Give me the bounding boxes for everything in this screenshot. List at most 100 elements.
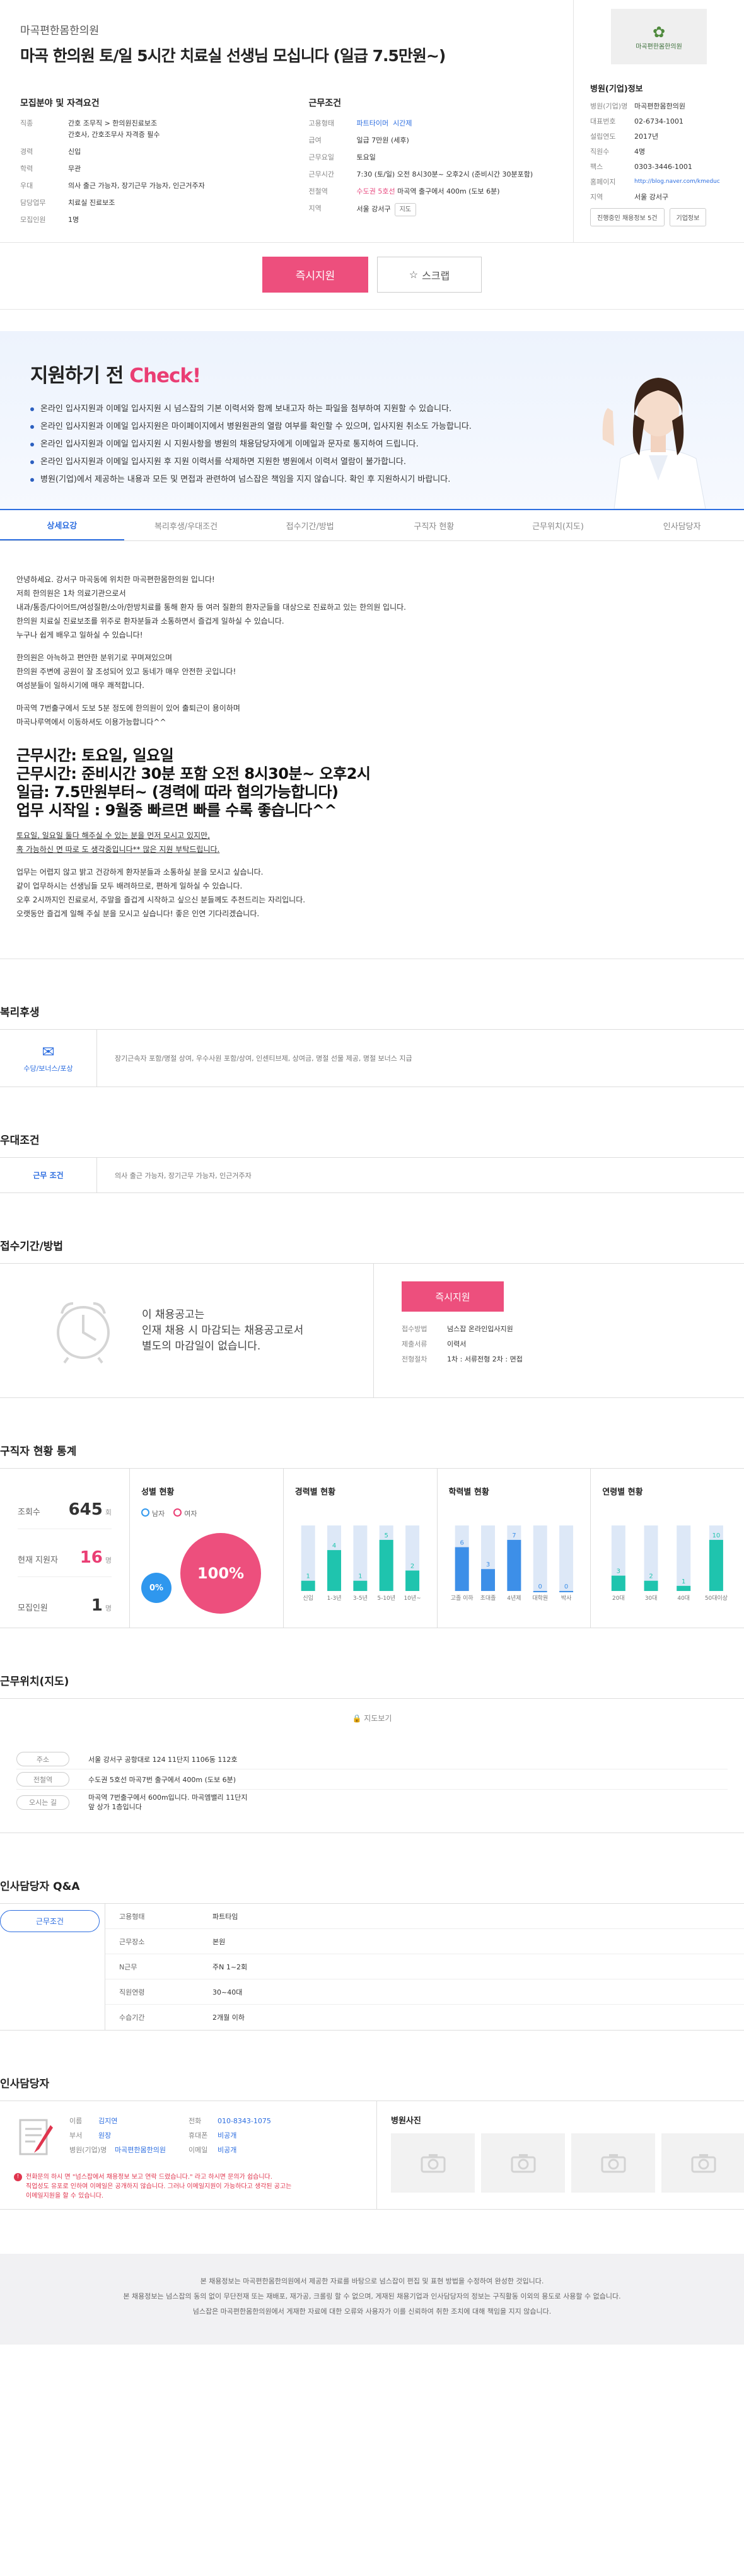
- receive-method: 즉시지원 접수방법 넘스잡 온라인입사지원 제출서류 이력서 전형절차 1차 : 서류…: [374, 1264, 744, 1397]
- detail-line: 오후 2시까지인 진료로서, 주말을 즐겁게 시작하고 싶으신 분들께도 추천드…: [16, 895, 306, 904]
- qna-box: 근무조건 고용형태 파트타임 근무장소 본원 N근무 주N 1~2회 직원연령 30~4…: [0, 1903, 744, 2031]
- info-key: 모집인원: [20, 216, 46, 224]
- qna-key: 직원연령: [119, 1988, 145, 1996]
- career-bar: [379, 1539, 393, 1591]
- detail-line: 마곡나루역에서 이동하셔도 이용가능합니다^^: [16, 718, 166, 726]
- manager-value: 비공개: [217, 2131, 237, 2140]
- info-key: 직원수: [590, 148, 610, 156]
- company-info-button[interactable]: 기업정보: [669, 208, 707, 226]
- info-key: 근무시간: [308, 170, 334, 178]
- tab-benefits[interactable]: 복리후생/우대조건: [124, 510, 248, 540]
- doctor-illustration: [602, 378, 706, 509]
- info-value: 서울 강서구: [356, 205, 391, 213]
- edu-bar: [559, 1590, 573, 1592]
- apply-now-button[interactable]: 즉시지원: [262, 257, 368, 293]
- edu-title: 학력별 현황: [448, 1488, 489, 1497]
- hospital-photos: 병원사진: [377, 2101, 744, 2209]
- info-value: 이력서: [447, 1340, 467, 1348]
- warn-line: 이메일지원을 할 수 있습니다.: [26, 2193, 104, 2200]
- manager-key: 휴대폰: [188, 2131, 208, 2140]
- location-value: 마곡역 7번출구에서 600m입니다. 마곡엠밸리 11단지 앞 상가 1층입니…: [88, 1793, 248, 1811]
- preference-box: 근무 조건 의사 출근 가능자, 장기근무 가능자, 인근거주자: [0, 1157, 744, 1193]
- info-value: 간호 조무직 > 한의원진료보조: [68, 119, 158, 127]
- career-bar: [327, 1550, 341, 1591]
- info-value: 4명: [634, 148, 646, 156]
- legend-female: 여자: [173, 1508, 197, 1518]
- info-value: 1차 : 서류전형 2차 : 면접: [447, 1355, 523, 1363]
- info-value[interactable]: 파트타이머: [357, 119, 389, 127]
- info-key: 경력: [20, 148, 33, 156]
- location-key: 오시는 길: [16, 1795, 69, 1810]
- work-info: 근무조건 고용형태 파트타이머 시간제 급여 일급 7만원 (세후) 근무요일 토요일…: [309, 96, 554, 231]
- edu-bar-track: [559, 1525, 573, 1591]
- info-value: 마곡역 출구에서 400m (도보 6분): [397, 187, 500, 195]
- age-bar-label: 50대이상: [705, 1595, 728, 1602]
- warn-line: 직업성도 유포로 인하여 이메일은 공개하지 않습니다. 그러나 이메일지원이 …: [26, 2183, 292, 2190]
- info-value: 2017년: [634, 132, 659, 141]
- tab-detail[interactable]: 상세요강: [0, 510, 124, 540]
- info-value: 의사 출근 가능자, 장기근무 가능자, 인근거주자: [68, 182, 205, 190]
- disclaimer-footer: 본 채용정보는 마곡편한몸한의원에서 제공한 자료를 바탕으로 넘스잡이 편집 …: [0, 2254, 744, 2345]
- benefits-label-cell: ✉ 수당/보너스/포상: [0, 1030, 97, 1087]
- photo-placeholder[interactable]: [481, 2133, 565, 2193]
- qna-value: 2개월 이하: [212, 2014, 245, 2022]
- info-key: 설립연도: [590, 132, 616, 141]
- ongoing-jobs-button[interactable]: 진행중인 채용정보 5건: [590, 208, 665, 226]
- age-bar-value: 1: [682, 1578, 685, 1585]
- photo-placeholder[interactable]: [661, 2133, 744, 2193]
- map-button[interactable]: 지도: [394, 203, 417, 216]
- photo-placeholder[interactable]: [571, 2133, 655, 2193]
- detail-line: 안녕하세요. 강서구 마곡동에 위치한 마곡편한몸한의원 입니다!: [16, 575, 215, 584]
- age-bar: [709, 1539, 724, 1591]
- qna-value: 파트타임: [212, 1912, 238, 1921]
- legend-male: 남자: [141, 1508, 165, 1518]
- stats-title: 구직자 현황 통계: [0, 1445, 77, 1458]
- info-key: 급여: [308, 136, 322, 144]
- tab-location[interactable]: 근무위치(지도): [496, 510, 620, 540]
- manager-info: 이름 김지연 부서 원장 병원(기업)명 마곡편한몸한의원 전화 010-8343-10…: [0, 2101, 377, 2209]
- career-bar-value: 2: [410, 1563, 414, 1570]
- edu-bar-value: 3: [485, 1561, 489, 1568]
- footer-line: 본 채용정보는 마곡편한몸한의원에서 제공한 자료를 바탕으로 넘스잡이 편집 …: [200, 2277, 544, 2285]
- info-key: 팩스: [590, 163, 603, 171]
- map-link[interactable]: 🔒 지도보기: [0, 1713, 744, 1723]
- info-key: 직종: [20, 119, 33, 127]
- homepage-link[interactable]: http://blog.naver.com/kmeduc: [634, 177, 720, 187]
- apply-bar: 즉시지원 ☆ 스크랩: [0, 243, 744, 310]
- manager-value[interactable]: 010-8343-1075: [218, 2116, 271, 2126]
- tab-receive[interactable]: 접수기간/방법: [248, 510, 372, 540]
- qna-title: 인사담당자 Q&A: [0, 1880, 80, 1893]
- apply-now-button-2[interactable]: 즉시지원: [402, 1281, 504, 1312]
- footer-line: 본 채용정보는 넘스잡의 동의 없이 무단전재 또는 재배포, 재가공, 크롤링…: [123, 2292, 621, 2300]
- edu-bars: 6 고졸 이하 3 초대졸 7 4년제 0 대학원 0 박사: [450, 1525, 573, 1602]
- hospital-logo: ✿ 마곡편한몸한의원: [611, 9, 707, 64]
- stat-num: 1: [91, 1596, 103, 1615]
- preference-title: 우대조건: [0, 1134, 40, 1147]
- check-title-b: Check!: [129, 364, 201, 387]
- benefits-box: ✉ 수당/보너스/포상 장기근속자 포함/명절 상여, 우수사원 포함/상여, …: [0, 1029, 744, 1087]
- tab-applicants[interactable]: 구직자 현황: [372, 510, 496, 540]
- tab-manager[interactable]: 인사담당자: [620, 510, 744, 540]
- info-value[interactable]: 시간제: [393, 119, 412, 127]
- leaf-icon: ✿: [652, 23, 666, 41]
- gender-chart: 성별 현황 남자 여자 0% 100%: [130, 1469, 284, 1628]
- detail-line: 혹 가능하신 면 따로 도 생각중입니다** 많은 지원 부탁드립니다.: [16, 845, 220, 854]
- qna-tab[interactable]: 근무조건: [0, 1910, 100, 1932]
- detail-line: 오랫동안 즐겁게 일해 주실 분을 모시고 싶습니다! 좋은 인연 기다리겠습니…: [16, 909, 260, 918]
- job-summary-card: 마곡편한몸한의원 마곡 한의원 토/일 5시간 치료실 선생님 모십니다 (일급…: [0, 0, 744, 243]
- qna-key: 수습기간: [119, 2014, 145, 2022]
- location-value: 수도권 5호선 마곡7번 출구에서 400m (도보 6분): [88, 1775, 236, 1784]
- stat-key: 모집인원: [18, 1604, 48, 1613]
- age-bar-value: 10: [712, 1532, 721, 1539]
- detail-line: 내과/통증/다이어트/여성질환/소아/한방치료를 통해 환자 등 여러 질환의 …: [16, 603, 406, 612]
- scrap-button[interactable]: ☆ 스크랩: [377, 257, 482, 293]
- warn-line: 전화문의 하시 면 "넘스잡에서 채용정보 보고 연락 드렸습니다." 라고 하…: [26, 2174, 272, 2181]
- photo-placeholder[interactable]: [391, 2133, 475, 2193]
- stat-num: 16: [79, 1548, 103, 1567]
- edu-bar-value: 6: [460, 1540, 463, 1547]
- manager-box: 이름 김지연 부서 원장 병원(기업)명 마곡편한몸한의원 전화 010-8343-10…: [0, 2101, 744, 2210]
- receive-deadline: 이 채용공고는 인재 채용 시 마감되는 채용공고로서 별도의 마감일이 없습니…: [0, 1264, 374, 1397]
- footer-line: 넘스잡은 마곡편한몸한의원에서 게재한 자료에 대한 오류와 사용자가 이를 신…: [192, 2307, 552, 2316]
- company-name[interactable]: 마곡편한몸한의원: [20, 21, 553, 37]
- career-bar-value: 5: [384, 1532, 388, 1539]
